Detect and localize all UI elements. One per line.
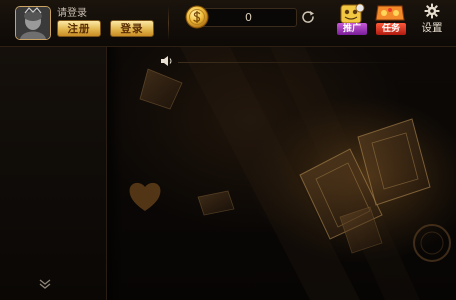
- settings-button[interactable]: 设置: [414, 2, 450, 36]
- promo-label: 推广: [337, 23, 367, 35]
- task-button[interactable]: 任务: [372, 2, 408, 36]
- game-lobby-screen: 请登录 注册 登录 0 推广 任务 设置: [0, 0, 456, 300]
- task-label: 任务: [376, 23, 406, 35]
- coin-balance: 0: [245, 11, 252, 24]
- top-bar: 请登录 注册 登录 0 推广 任务 设置: [0, 0, 456, 47]
- coin-balance-box: 0: [200, 8, 297, 27]
- speaker-icon: [161, 56, 172, 66]
- promo-button[interactable]: 推广: [334, 2, 368, 36]
- login-prompt: 请登录: [57, 8, 87, 19]
- game-category-panel[interactable]: [0, 47, 107, 300]
- register-button[interactable]: 注册: [57, 20, 101, 37]
- background-card-art: [129, 47, 456, 300]
- refresh-icon[interactable]: [300, 9, 316, 25]
- login-button[interactable]: 登录: [110, 20, 154, 37]
- panel-shadow: [107, 47, 123, 300]
- gear-icon: [424, 3, 440, 19]
- settings-label: 设置: [421, 22, 443, 34]
- announcement-bar: [178, 62, 418, 63]
- avatar[interactable]: [15, 6, 51, 40]
- coin-icon: [185, 5, 209, 29]
- avatar-icon: [16, 7, 50, 39]
- chevron-double-down-icon[interactable]: [38, 278, 52, 290]
- topbar-divider: [168, 6, 169, 40]
